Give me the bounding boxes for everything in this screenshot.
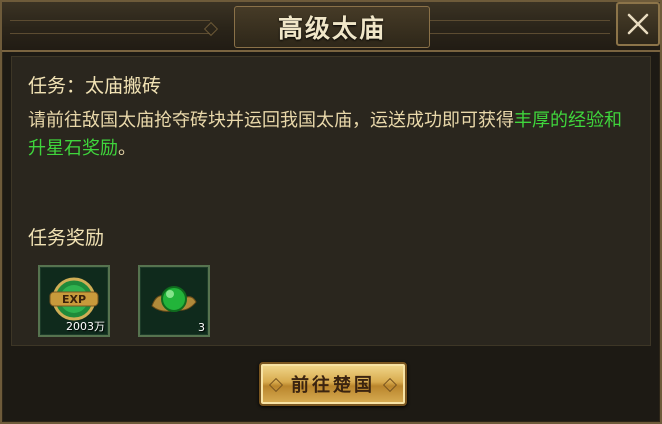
reward-list: EXP 2003万 3 [38, 265, 210, 337]
quest-description: 请前往敌国太庙抢夺砖块并运回我国太庙，运送成功即可获得丰厚的经验和升星石奖励。 [28, 107, 638, 163]
header-ornament-left [10, 20, 210, 34]
quest-description-end: 。 [118, 138, 136, 159]
go-to-chu-button-label: 前往楚国 [291, 375, 375, 396]
quest-description-text: 请前往敌国太庙抢夺砖块并运回我国太庙，运送成功即可获得 [28, 110, 514, 131]
close-icon [627, 13, 649, 35]
dialog-title: 高级太庙 [277, 14, 386, 43]
reward-slot-star-stone[interactable]: 3 [138, 265, 210, 337]
reward-count-exp: 2003万 [66, 320, 105, 333]
title-plaque: 高级太庙 [234, 6, 430, 48]
exp-icon-label: EXP [62, 293, 86, 306]
close-button[interactable] [616, 2, 660, 46]
temple-quest-dialog: 高级太庙 任务：太庙搬砖 请前往敌国太庙抢夺砖块并运回我国太庙，运送成功即可获得… [0, 0, 662, 424]
go-to-chu-button[interactable]: 前往楚国 [259, 362, 407, 406]
reward-slot-exp[interactable]: EXP 2003万 [38, 265, 110, 337]
dialog-header: 高级太庙 [2, 2, 660, 52]
star-stone-icon [151, 286, 197, 312]
quest-panel: 任务：太庙搬砖 请前往敌国太庙抢夺砖块并运回我国太庙，运送成功即可获得丰厚的经验… [11, 56, 651, 346]
quest-name: 任务：太庙搬砖 [28, 75, 162, 97]
reward-count-star-stone: 3 [198, 321, 205, 334]
reward-section-title: 任务奖励 [28, 227, 105, 249]
header-ornament-right [410, 20, 610, 34]
